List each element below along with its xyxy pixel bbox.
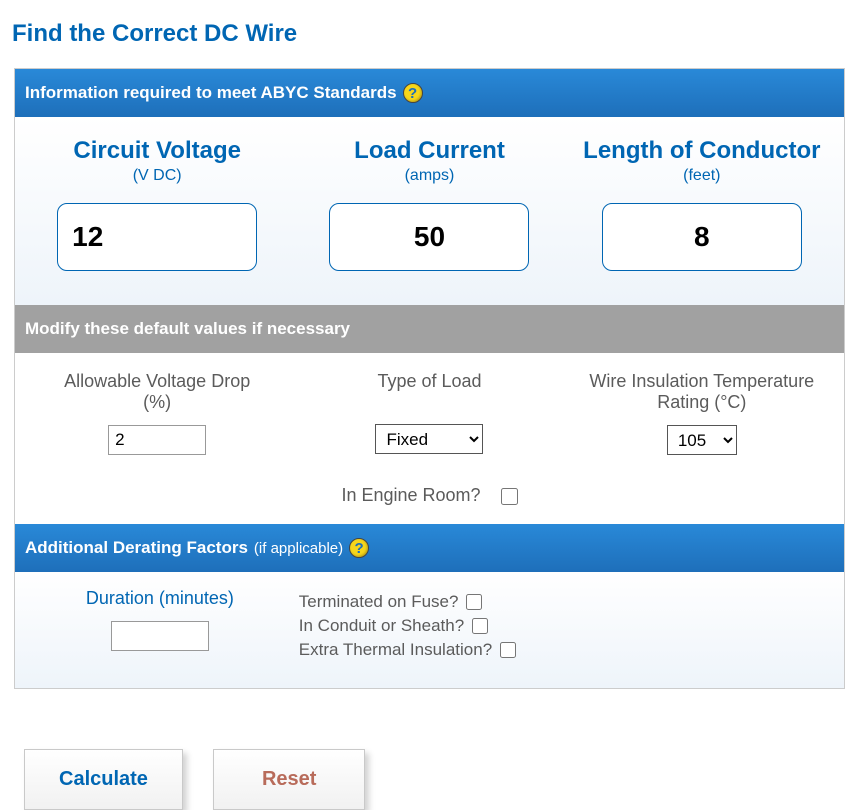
in-conduit-label: In Conduit or Sheath?: [299, 616, 464, 636]
current-input[interactable]: [329, 203, 529, 271]
derating-header-text: Additional Derating Factors: [25, 538, 248, 558]
voltage-input[interactable]: [57, 203, 257, 271]
terminated-fuse-checkbox[interactable]: [466, 594, 482, 610]
duration-label: Duration (minutes): [21, 588, 299, 609]
defaults-body: Allowable Voltage Drop (%) Type of Load …: [15, 353, 844, 524]
info-header: Information required to meet ABYC Standa…: [15, 69, 844, 117]
help-icon[interactable]: ?: [403, 83, 423, 103]
voltage-label: Circuit Voltage: [21, 137, 293, 165]
voltage-unit: (V DC): [21, 167, 293, 185]
help-icon[interactable]: ?: [349, 538, 369, 558]
insulation-select[interactable]: 105: [667, 425, 737, 455]
length-label: Length of Conductor: [566, 137, 838, 165]
duration-input[interactable]: [111, 621, 209, 651]
extra-thermal-checkbox[interactable]: [500, 642, 516, 658]
load-type-select[interactable]: Fixed: [375, 424, 483, 454]
defaults-header-text: Modify these default values if necessary: [25, 319, 350, 339]
derating-body: Duration (minutes) Terminated on Fuse? I…: [15, 572, 844, 688]
info-header-text: Information required to meet ABYC Standa…: [25, 83, 397, 103]
length-unit: (feet): [566, 167, 838, 185]
engine-room-checkbox[interactable]: [501, 488, 518, 505]
extra-thermal-label: Extra Thermal Insulation?: [299, 640, 492, 660]
voltage-drop-input[interactable]: [108, 425, 206, 455]
current-unit: (amps): [293, 167, 565, 185]
voltage-drop-label: Allowable Voltage Drop (%): [21, 371, 293, 413]
derating-header: Additional Derating Factors (if applicab…: [15, 524, 844, 572]
reset-button[interactable]: Reset: [213, 749, 365, 810]
calculate-button[interactable]: Calculate: [24, 749, 183, 810]
info-body: Circuit Voltage (V DC) Load Current (amp…: [15, 117, 844, 305]
voltage-drop-label-2: (%): [143, 392, 171, 412]
page-title: Find the Correct DC Wire: [0, 0, 859, 68]
voltage-drop-label-1: Allowable Voltage Drop: [64, 371, 250, 391]
insulation-label-1: Wire Insulation Temperature: [589, 371, 814, 391]
engine-room-row: In Engine Room?: [21, 485, 838, 506]
insulation-label: Wire Insulation Temperature Rating (°C): [566, 371, 838, 413]
insulation-label-2: Rating (°C): [657, 392, 746, 412]
length-input[interactable]: [602, 203, 802, 271]
load-type-label: Type of Load: [293, 371, 565, 392]
current-label: Load Current: [293, 137, 565, 165]
engine-room-label: In Engine Room?: [341, 485, 480, 505]
derating-header-sub: (if applicable): [254, 540, 343, 557]
calculator-panel: Information required to meet ABYC Standa…: [14, 68, 845, 689]
in-conduit-checkbox[interactable]: [472, 618, 488, 634]
terminated-fuse-label: Terminated on Fuse?: [299, 592, 459, 612]
defaults-header: Modify these default values if necessary: [15, 305, 844, 353]
